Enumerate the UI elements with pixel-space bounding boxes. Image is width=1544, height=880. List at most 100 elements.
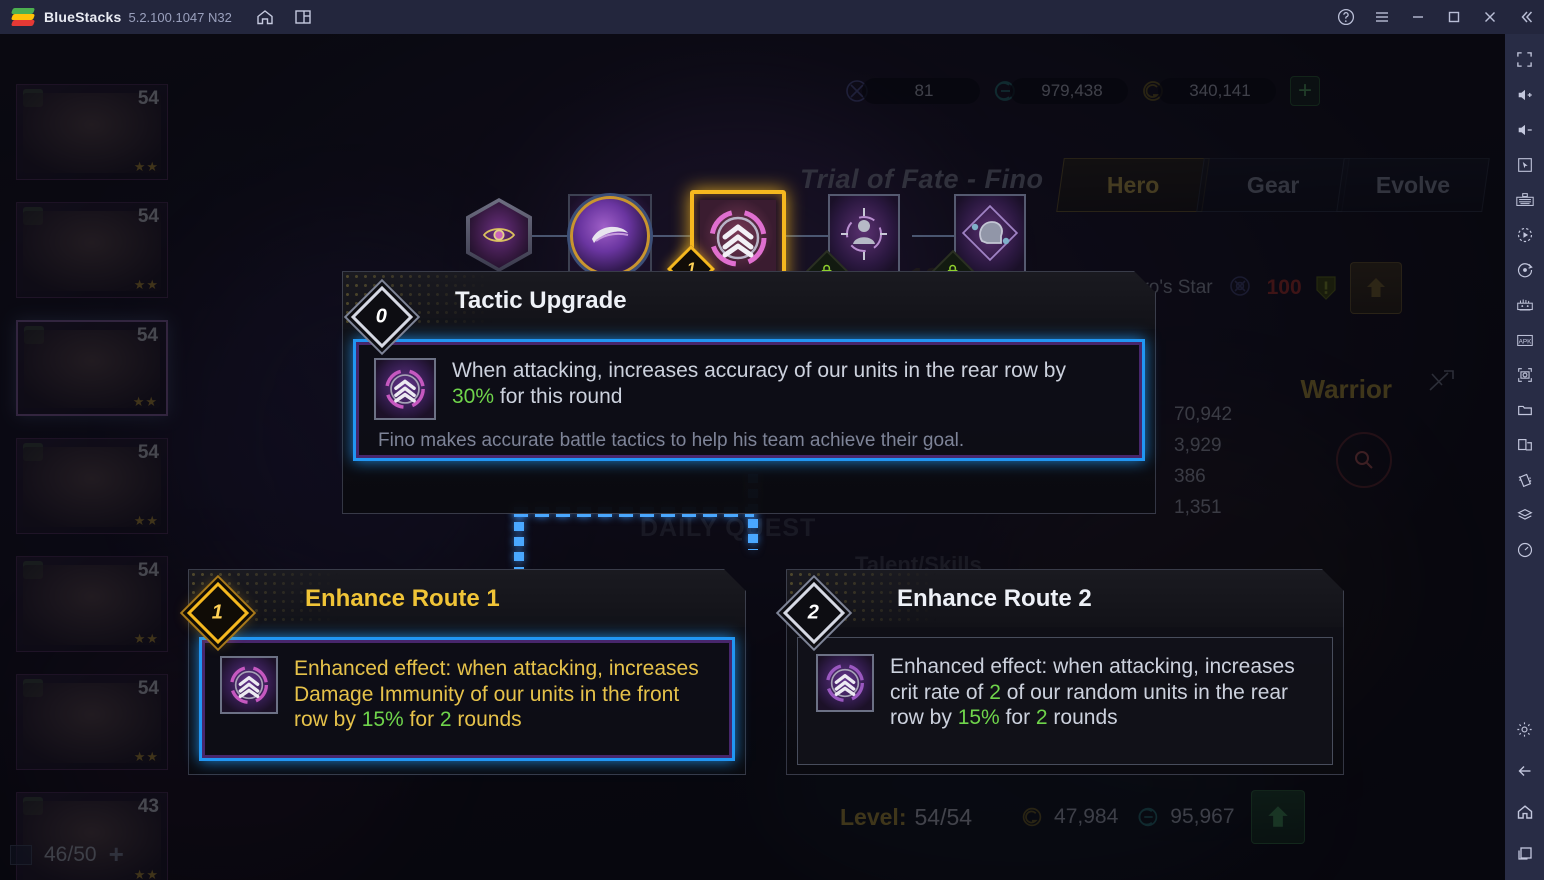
tab-evolve[interactable]: Evolve (1336, 158, 1490, 212)
enhance-route-1-body: Enhanced effect: when attacking, increas… (188, 627, 746, 775)
keyboard-controls-icon[interactable] (1505, 182, 1544, 217)
performance-icon[interactable] (1505, 532, 1544, 567)
chevron-skill-icon (374, 358, 436, 420)
multi-instance-icon[interactable] (288, 2, 318, 32)
hero-level: 54 (137, 206, 159, 227)
tab-hero-label: Hero (1106, 171, 1160, 198)
layers-icon[interactable] (1505, 497, 1544, 532)
level-coin-value: 95,967 (1170, 805, 1235, 828)
add-resource-button[interactable]: + (1290, 76, 1320, 106)
volume-up-icon[interactable] (1505, 77, 1544, 112)
tab-evolve-label: Evolve (1375, 171, 1451, 198)
enhance-route-1-title: Enhance Route 1 (305, 584, 500, 612)
enhance-route-2-effect-box[interactable]: Enhanced effect: when attacking, increas… (797, 637, 1333, 765)
crescent-skill-icon (570, 196, 650, 276)
tab-gear[interactable]: Gear (1196, 158, 1350, 212)
hero-stars: ★★ (133, 749, 159, 764)
close-icon[interactable] (1472, 0, 1508, 34)
skill-node-unit-locked[interactable] (805, 194, 900, 293)
record-icon[interactable] (1505, 252, 1544, 287)
effect-value: 30% (452, 384, 495, 408)
daily-quest-watermark: DAILY QUEST (640, 514, 817, 542)
install-apk-icon[interactable]: APK (1505, 322, 1544, 357)
resource-coin[interactable]: 979,438 (988, 74, 1128, 108)
tactic-upgrade-panel: Tactic Upgrade 0 When attacking, increas… (342, 271, 1156, 514)
hero-card[interactable]: 54 ★★ (16, 84, 168, 180)
hero-stars: ★★ (132, 394, 158, 409)
enhance-route-1-header: Enhance Route 1 (188, 569, 746, 627)
level-gold-value: 47,984 (1054, 805, 1119, 828)
effect-part: rounds (451, 708, 522, 732)
enhance-route-1-badge-value: 1 (212, 601, 224, 624)
tab-hero[interactable]: Hero (1056, 158, 1210, 212)
level-label: Level: (840, 803, 907, 830)
skill-node-mind-locked[interactable] (931, 194, 1026, 293)
resource-gold[interactable]: 340,141 (1136, 74, 1276, 108)
hero-stars: ★★ (133, 159, 159, 174)
tactic-upgrade-badge-value: 0 (376, 305, 388, 328)
home-icon[interactable] (250, 2, 280, 32)
upgrade-star-cost: 100 (1266, 276, 1302, 299)
hero-level: 54 (137, 88, 159, 109)
back-icon[interactable] (1505, 753, 1544, 788)
maximize-icon[interactable] (1436, 0, 1472, 34)
hero-level: 43 (137, 796, 159, 817)
fullscreen-icon[interactable] (1505, 42, 1544, 77)
pointer-icon[interactable] (1505, 147, 1544, 182)
tactic-upgrade-flavor: Fino makes accurate battle tactics to he… (378, 430, 965, 451)
hero-card[interactable]: 54 ★★ (16, 438, 168, 534)
recents-icon[interactable] (1505, 835, 1544, 870)
minimize-icon[interactable] (1400, 0, 1436, 34)
collapse-icon[interactable] (1508, 0, 1544, 34)
multi-instance-manager-icon[interactable] (1505, 427, 1544, 462)
effect-part-value: 2 (989, 680, 1001, 704)
hero-stars: ★★ (133, 513, 159, 528)
enhance-route-2-header: Enhance Route 2 (786, 569, 1344, 627)
chevron-skill-icon (220, 656, 278, 714)
effect-part: for (999, 706, 1036, 730)
volume-down-icon[interactable] (1505, 112, 1544, 147)
shake-icon[interactable] (1505, 462, 1544, 497)
hero-stars: ★★ (133, 867, 159, 880)
roster-icon (10, 844, 32, 865)
media-folder-icon[interactable] (1505, 392, 1544, 427)
effect-suffix: for this round (494, 384, 623, 408)
hero-roster-list[interactable]: 54 ★★ 54 ★★ 54 ★★ 54 ★★ 54 ★★ 54 ★★ 43 ★… (16, 84, 184, 880)
enhance-route-2-body: Enhanced effect: when attacking, increas… (786, 627, 1344, 775)
home-nav-icon[interactable] (1505, 794, 1544, 829)
tactic-upgrade-effect-box[interactable]: When attacking, increases accuracy of ou… (353, 339, 1145, 461)
hero-card[interactable]: 54 ★★ (16, 202, 168, 298)
node-connector-line (652, 235, 692, 237)
screenshot-icon[interactable] (1505, 357, 1544, 392)
hero-card[interactable]: 54 ★★ (16, 556, 168, 652)
class-name: Warrior (1300, 374, 1393, 404)
enhance-route-1-effect-box[interactable]: Enhanced effect: when attacking, increas… (199, 637, 735, 761)
add-slot-button[interactable]: + (109, 839, 124, 870)
hero-slot-counter: 46/50 + (10, 839, 124, 870)
upgrade-star-button[interactable] (1349, 262, 1402, 314)
menu-icon[interactable] (1364, 0, 1400, 34)
help-icon[interactable] (1328, 0, 1364, 34)
magnifier-icon[interactable] (1336, 432, 1392, 488)
hero-level: 54 (137, 678, 159, 699)
skill-node-crescent[interactable] (568, 194, 652, 278)
hero-tabs: Hero Gear Evolve (1056, 158, 1490, 212)
page-title: Trial of Fate - Fino (800, 164, 1044, 194)
hero-stat-value: 70,942 (1174, 404, 1233, 425)
mind-skill-icon (961, 204, 1019, 268)
level-resource-coin: 95,967 (1134, 803, 1235, 831)
tactic-upgrade-title: Tactic Upgrade (455, 286, 627, 314)
resource-bar: 81 979,438 340,141 + (840, 74, 1320, 108)
level-up-button[interactable] (1250, 790, 1305, 844)
node-connector-line (784, 235, 828, 237)
effect-part-value: 2 (439, 708, 452, 732)
game-controls-icon[interactable] (1505, 287, 1544, 322)
skill-node-eye[interactable] (466, 198, 532, 272)
bluestacks-sidebar-toolbar: APK (1505, 34, 1544, 880)
hero-card[interactable]: 54 ★★ (16, 674, 168, 770)
warrior-icon (1426, 368, 1456, 399)
settings-gear-icon[interactable] (1505, 712, 1544, 747)
macro-play-icon[interactable] (1505, 217, 1544, 252)
hero-card-selected[interactable]: 54 ★★ (16, 320, 168, 416)
resource-gem[interactable]: 81 (840, 74, 980, 108)
